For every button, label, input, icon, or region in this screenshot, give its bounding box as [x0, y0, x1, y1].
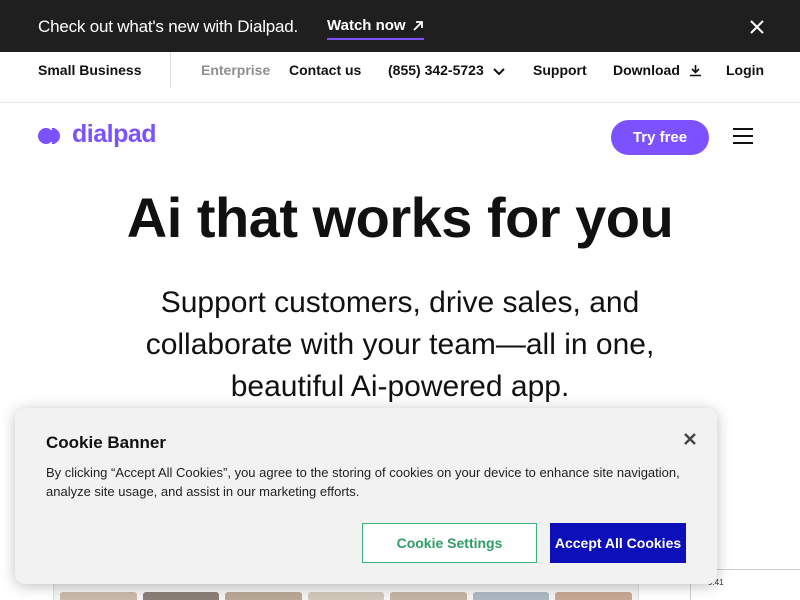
try-free-button[interactable]: Try free: [611, 120, 709, 155]
watch-now-label: Watch now: [327, 17, 406, 34]
watch-now-link[interactable]: Watch now: [327, 17, 424, 40]
preview-thumb: [142, 592, 220, 600]
cookie-banner-text: By clicking “Accept All Cookies”, you ag…: [46, 465, 680, 499]
preview-thumb: [390, 592, 467, 600]
preview-thumb: [472, 592, 550, 600]
download-icon: [689, 65, 701, 77]
cookie-settings-button[interactable]: Cookie Settings: [362, 523, 537, 563]
close-icon[interactable]: [747, 17, 767, 37]
nav-download-label: Download: [613, 62, 680, 78]
product-preview-image: [53, 583, 639, 600]
nav-phone-label: (855) 342-5723: [388, 62, 484, 78]
arrow-up-right-icon: [412, 20, 423, 31]
nav-download[interactable]: Download: [613, 62, 702, 78]
main-header: dialpad Try free: [0, 103, 800, 173]
dialpad-logo-mark: [38, 127, 60, 144]
preview-thumb: [307, 592, 385, 600]
announcement-bar: Check out what's new with Dialpad. Watch…: [0, 0, 800, 52]
preview-thumb: [225, 592, 302, 600]
utility-nav: Small Business Enterprise Contact us (85…: [0, 52, 800, 103]
nav-enterprise[interactable]: Enterprise: [201, 62, 270, 78]
cookie-banner-title: Cookie Banner: [46, 433, 166, 452]
close-icon[interactable]: [682, 431, 698, 447]
accept-all-cookies-button[interactable]: Accept All Cookies: [550, 523, 686, 563]
dialpad-logo[interactable]: dialpad: [38, 120, 157, 149]
menu-icon[interactable]: [733, 128, 755, 146]
preview-thumb: [555, 592, 633, 600]
nav-support[interactable]: Support: [533, 62, 587, 78]
cookie-banner: Cookie Banner By clicking “Accept All Co…: [15, 408, 717, 584]
nav-divider: [170, 52, 171, 88]
chevron-down-icon: [492, 68, 505, 76]
hero-subtitle: Support customers, drive sales, and coll…: [145, 286, 655, 403]
hero-title: Ai that works for you: [126, 186, 674, 249]
nav-small-business[interactable]: Small Business: [38, 62, 142, 78]
announcement-text: Check out what's new with Dialpad.: [38, 17, 299, 36]
nav-contact-us[interactable]: Contact us: [289, 62, 361, 78]
preview-thumb: [60, 592, 137, 600]
nav-login[interactable]: Login: [726, 62, 764, 78]
nav-phone-dropdown[interactable]: (855) 342-5723: [388, 62, 505, 78]
logo-text: dialpad: [72, 120, 157, 148]
